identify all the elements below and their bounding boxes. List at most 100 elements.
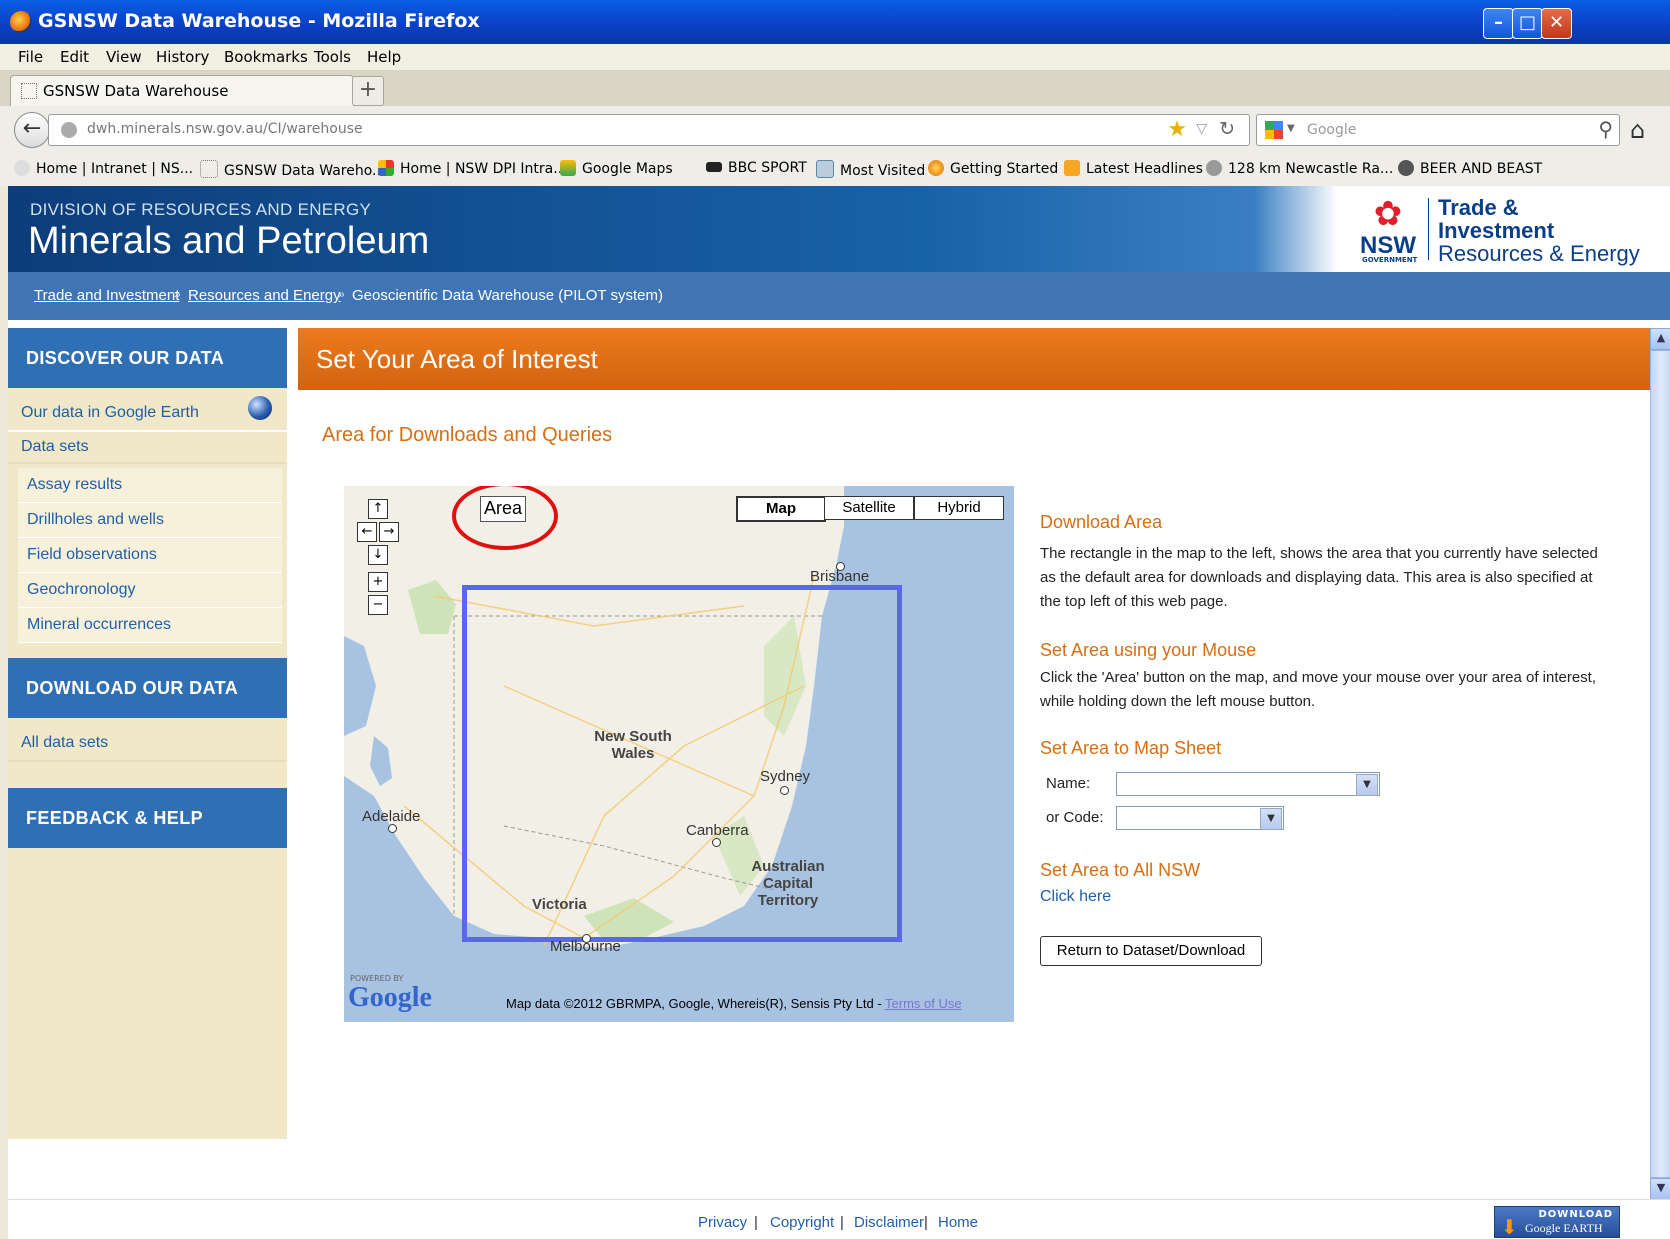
scroll-down-icon[interactable]: ▼ — [1650, 1178, 1670, 1200]
pan-down-button[interactable]: ↓ — [368, 545, 388, 565]
google-earth-download-button[interactable]: ⬇ DOWNLOAD Google EARTH — [1494, 1206, 1620, 1239]
map-type-map[interactable]: Map — [736, 496, 826, 522]
chevron-down-icon[interactable]: ▼ — [1356, 774, 1378, 796]
city-marker-sydney — [780, 786, 789, 795]
menu-bookmarks[interactable]: Bookmarks — [224, 48, 308, 66]
sidebar-item-mineral-occurrences[interactable]: Mineral occurrences — [18, 608, 282, 643]
google-logo[interactable]: Google — [348, 982, 432, 1014]
pan-up-button[interactable]: ↑ — [368, 499, 388, 519]
tab-label: GSNSW Data Warehouse — [43, 82, 229, 100]
page-footer: Privacy | Copyright | Disclaimer | Home — [8, 1199, 1670, 1239]
search-placeholder[interactable]: Google — [1307, 122, 1356, 138]
search-bar[interactable]: ▼ Google ⚲ — [1256, 114, 1620, 146]
pan-left-button[interactable]: ← — [357, 522, 377, 542]
footer-privacy-link[interactable]: Privacy — [698, 1214, 747, 1231]
bookmark-google-maps[interactable]: Google Maps — [560, 160, 673, 177]
breadcrumb-separator: » — [338, 287, 345, 301]
home-icon[interactable]: ⌂ — [1630, 116, 1645, 144]
search-engine-icon[interactable] — [1265, 121, 1283, 139]
bookmark-getting-started[interactable]: Getting Started — [928, 160, 1058, 177]
maximize-button[interactable]: □ — [1512, 8, 1543, 39]
site-brand[interactable]: Minerals and Petroleum — [28, 220, 429, 263]
bookmark-label: Home | NSW DPI Intra... — [400, 161, 567, 177]
sidebar-item-geochronology[interactable]: Geochronology — [18, 573, 282, 608]
heading-text: DOWNLOAD OUR DATA — [26, 678, 239, 698]
menu-history[interactable]: History — [156, 48, 209, 66]
sidebar-item-data-sets[interactable]: Data sets — [21, 438, 89, 456]
department-line-1: Trade & — [1438, 195, 1519, 220]
sidebar-item-drillholes[interactable]: Drillholes and wells — [18, 503, 282, 538]
search-engine-dropdown-icon[interactable]: ▼ — [1287, 123, 1295, 134]
sidebar-item-google-earth[interactable]: Our data in Google Earth — [21, 404, 199, 422]
footer-disclaimer-link[interactable]: Disclaimer — [854, 1214, 924, 1231]
bookmark-intranet[interactable]: Home | Intranet | NS... — [14, 160, 193, 177]
menu-file[interactable]: File — [18, 48, 43, 66]
site-identity-icon[interactable] — [61, 122, 77, 138]
scroll-thumb[interactable] — [1650, 350, 1670, 1178]
menu-help[interactable]: Help — [367, 48, 401, 66]
google-maps-icon — [560, 160, 576, 176]
url-text[interactable]: dwh.minerals.nsw.gov.au/CI/warehouse — [87, 121, 363, 137]
scroll-up-icon[interactable]: ▲ — [1650, 328, 1670, 350]
search-icon[interactable]: ⚲ — [1598, 117, 1613, 141]
bookmark-newcastle[interactable]: 128 km Newcastle Ra... — [1206, 160, 1393, 177]
new-tab-button[interactable]: + — [352, 76, 384, 106]
google-earth-icon[interactable] — [248, 396, 272, 420]
bookmark-star-icon[interactable]: ★ — [1167, 117, 1187, 142]
label-sydney: Sydney — [760, 768, 811, 785]
selected-area-rectangle[interactable] — [462, 585, 902, 942]
footer-home-link[interactable]: Home — [938, 1214, 978, 1231]
url-bar[interactable]: dwh.minerals.nsw.gov.au/CI/warehouse ★ ▽… — [48, 114, 1250, 146]
download-arrow-icon: ⬇ — [1501, 1215, 1518, 1239]
zoom-out-button[interactable]: − — [368, 595, 388, 615]
bookmark-bbc-sport[interactable]: BBC SPORT — [706, 160, 807, 176]
menu-view[interactable]: View — [106, 48, 142, 66]
terms-of-use-link[interactable]: Terms of Use — [885, 996, 962, 1011]
menu-tools[interactable]: Tools — [314, 48, 351, 66]
sidebar-heading-feedback[interactable]: FEEDBACK & HELP — [8, 788, 287, 848]
map-sheet-code-select[interactable]: ▼ — [1116, 806, 1284, 830]
bookmark-most-visited[interactable]: Most Visited — [816, 160, 925, 179]
sidebar-item-label: Geochronology — [27, 581, 136, 598]
page-scrollbar[interactable]: ▲ ▼ — [1650, 328, 1670, 1200]
chevron-down-icon[interactable]: ▼ — [1260, 808, 1282, 830]
history-dropdown-icon[interactable]: ▽ — [1196, 121, 1207, 137]
footer-copyright-link[interactable]: Copyright — [770, 1214, 834, 1231]
firefox-icon — [928, 160, 944, 176]
sidebar-item-label: Field observations — [27, 546, 157, 563]
breadcrumb-resources-energy[interactable]: Resources and Energy — [188, 287, 341, 304]
return-to-dataset-button[interactable]: Return to Dataset/Download — [1040, 936, 1262, 966]
sidebar-item-assay-results[interactable]: Assay results — [18, 468, 282, 503]
mouse-area-text: Click the 'Area' button on the map, and … — [1040, 669, 1597, 710]
intranet-icon — [14, 160, 30, 176]
tab-gsnsw[interactable]: GSNSW Data Warehouse — [10, 75, 354, 107]
section-heading: Area for Downloads and Queries — [322, 424, 613, 446]
bookmark-beer-and-beast[interactable]: BEER AND BEAST — [1398, 160, 1542, 177]
nsw-logo[interactable]: ✿ NSW GOVERNMENT Trade & Investment Reso… — [1348, 186, 1670, 272]
reload-icon[interactable]: ↻ — [1219, 118, 1235, 140]
bookmark-gsnsw[interactable]: GSNSW Data Wareho... — [200, 160, 385, 179]
label-line: Capital — [762, 875, 813, 892]
map-type-satellite[interactable]: Satellite — [824, 496, 914, 520]
all-nsw-link[interactable]: Click here — [1040, 888, 1111, 906]
menu-edit[interactable]: Edit — [60, 48, 89, 66]
breadcrumb-trade-investment[interactable]: Trade and Investment — [34, 287, 179, 304]
download-label: DOWNLOAD — [1538, 1209, 1613, 1220]
close-button[interactable]: ✕ — [1541, 8, 1572, 39]
map-sheet-name-select[interactable]: ▼ — [1116, 772, 1380, 796]
bookmark-latest-headlines[interactable]: Latest Headlines — [1064, 160, 1203, 177]
zoom-in-button[interactable]: + — [368, 572, 388, 592]
back-button[interactable]: ← — [14, 112, 50, 148]
sidebar-item-label: Assay results — [27, 476, 123, 493]
sidebar-item-label: Drillholes and wells — [27, 511, 164, 528]
map-type-hybrid[interactable]: Hybrid — [914, 496, 1004, 520]
department-name: Trade & Investment Resources & Energy — [1438, 196, 1640, 265]
minimize-button[interactable]: – — [1483, 8, 1514, 39]
sidebar-item-field-observations[interactable]: Field observations — [18, 538, 282, 573]
pan-right-button[interactable]: → — [379, 522, 399, 542]
bookmark-dpi[interactable]: Home | NSW DPI Intra... — [378, 160, 567, 177]
area-map[interactable]: ↑ ← → ↓ + − Area Map Satellite Hybrid Br… — [344, 486, 1014, 1022]
sidebar-item-all-data-sets[interactable]: All data sets — [21, 734, 108, 752]
bookmark-label: Most Visited — [840, 163, 926, 179]
heading-text: DISCOVER OUR DATA — [26, 348, 225, 368]
